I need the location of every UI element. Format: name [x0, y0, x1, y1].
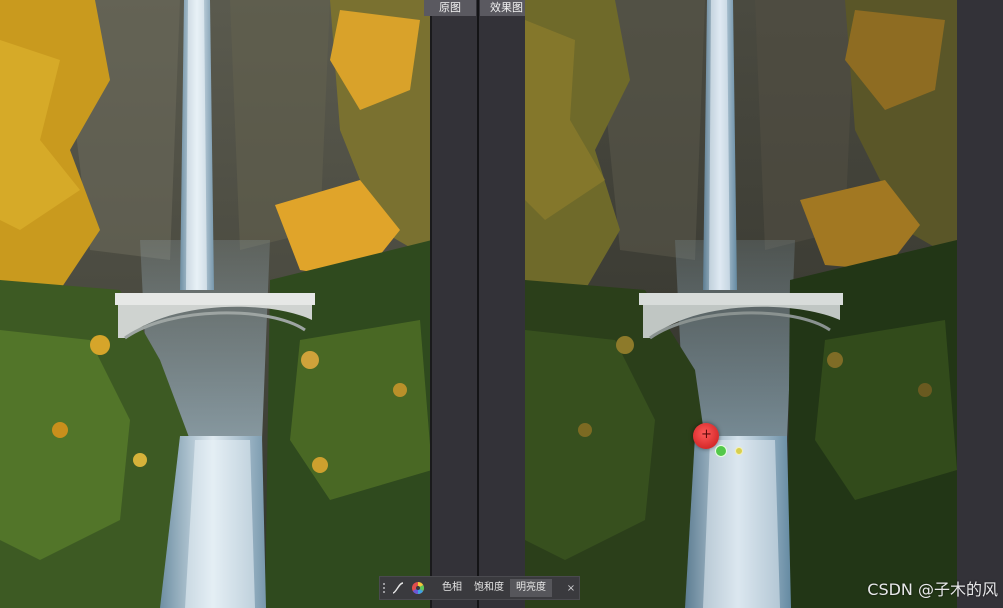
toolbar-grip[interactable] [380, 577, 388, 599]
right-margin-panel [957, 0, 1003, 608]
right-gutter [479, 0, 525, 608]
left-gutter [432, 0, 478, 608]
yellow-handle-marker[interactable] [735, 447, 743, 455]
color-wheel-icon[interactable] [408, 578, 428, 598]
effect-photo [525, 0, 957, 608]
red-target-marker[interactable] [693, 423, 719, 449]
close-icon[interactable]: × [563, 583, 579, 594]
effect-label: 效果图 [490, 1, 523, 14]
hue-tab[interactable]: 色相 [436, 579, 468, 597]
original-photo [0, 0, 432, 608]
brightness-tab[interactable]: 明亮度 [510, 579, 552, 597]
adjustment-toolbar: 色相 饱和度 明亮度 × [379, 576, 580, 600]
original-label-tab[interactable]: 原图 [424, 0, 476, 16]
green-handle-marker[interactable] [715, 445, 727, 457]
effect-image-pane [525, 0, 957, 608]
saturation-tab[interactable]: 饱和度 [468, 579, 510, 597]
watermark: CSDN @子木的风 [867, 580, 998, 599]
original-label: 原图 [439, 1, 461, 14]
original-image-pane [0, 0, 432, 608]
curve-icon[interactable] [388, 578, 408, 598]
